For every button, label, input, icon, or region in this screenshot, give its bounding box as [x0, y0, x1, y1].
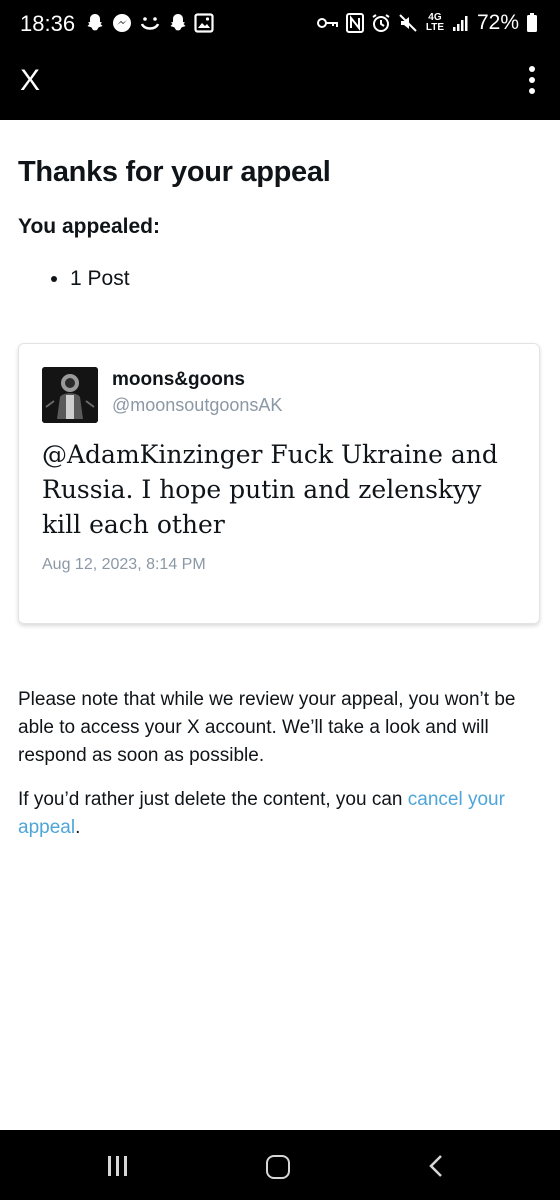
post-card: moons&goons @moonsoutgoonsAK @AdamKinzin…	[18, 343, 540, 624]
recents-icon[interactable]	[108, 1156, 132, 1181]
notification-icons	[84, 12, 214, 34]
more-options-icon[interactable]	[526, 66, 538, 96]
status-bar: 18:36 4G LTE 72%	[0, 0, 560, 48]
delete-notice-text: If you’d rather just delete the content,…	[18, 789, 408, 810]
alarm-icon	[371, 13, 391, 33]
appealed-list: 1 Post	[18, 267, 542, 291]
gallery-icon	[194, 13, 214, 33]
status-time: 18:36	[20, 11, 76, 36]
review-notice: Please note that while we review your ap…	[18, 689, 516, 766]
close-button[interactable]: X	[20, 63, 40, 99]
home-icon[interactable]	[266, 1155, 290, 1179]
snapchat-icon	[167, 12, 189, 34]
battery-icon	[526, 13, 538, 33]
post-timestamp: Aug 12, 2023, 8:14 PM	[42, 556, 206, 573]
snapchat-icon	[84, 12, 106, 34]
list-item: 1 Post	[70, 267, 542, 291]
network-label: 4G LTE	[425, 12, 445, 33]
messenger-icon	[111, 12, 133, 34]
battery-percent: 72%	[476, 11, 519, 34]
avatar	[42, 367, 98, 423]
app-bar: X	[0, 48, 560, 120]
key-icon	[316, 16, 339, 30]
4g-lte-icon: 4G LTE	[425, 13, 445, 33]
mute-icon	[398, 13, 418, 33]
delete-notice: If you’d rather just delete the content,…	[18, 786, 542, 842]
post-display-name: moons&goons	[112, 369, 245, 390]
post-text: @AdamKinzinger Fuck Ukraine and Russia. …	[42, 440, 498, 539]
post-handle: @moonsoutgoonsAK	[112, 395, 283, 415]
nfc-icon	[345, 13, 364, 33]
signal-icon	[452, 14, 470, 32]
appealed-heading: You appealed:	[18, 215, 160, 238]
system-status-icons: 4G LTE 72%	[316, 11, 538, 35]
delete-notice-period: .	[75, 817, 81, 838]
page-title: Thanks for your appeal	[18, 156, 331, 188]
system-nav-bar	[0, 1130, 560, 1200]
appeal-content: Thanks for your appeal You appealed: 1 P…	[18, 120, 542, 842]
back-icon[interactable]	[428, 1154, 444, 1183]
smiley-icon	[138, 12, 162, 34]
